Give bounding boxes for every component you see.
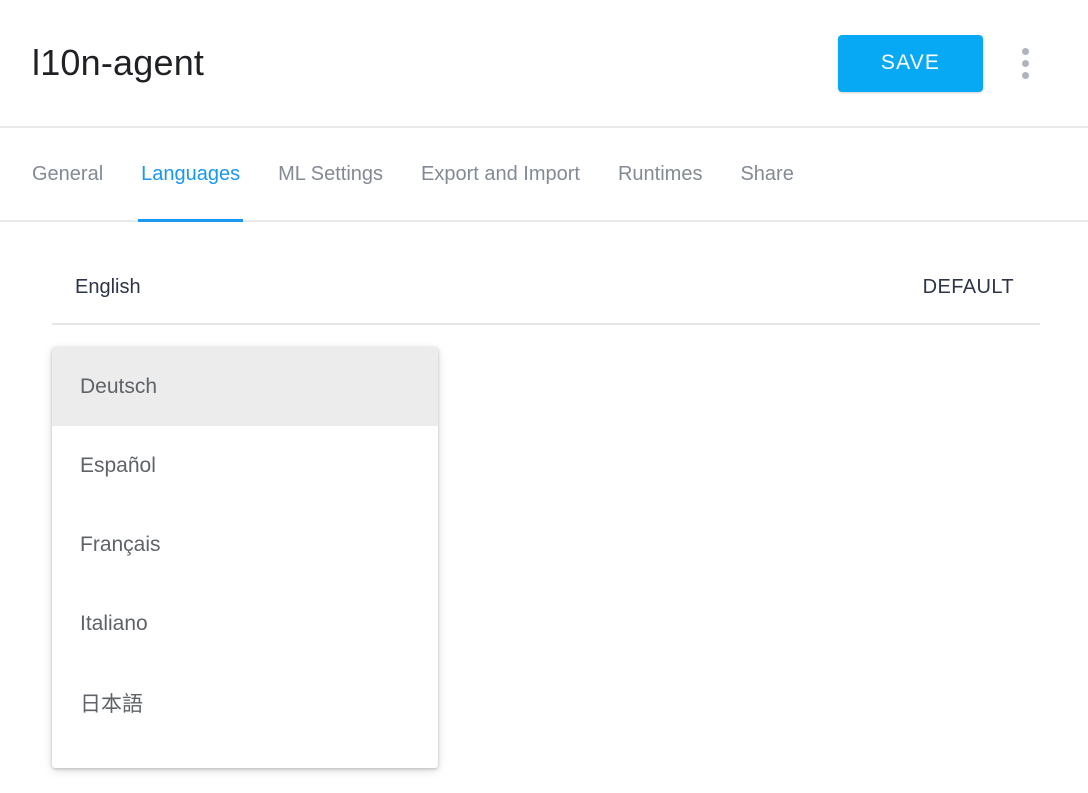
kebab-menu-button[interactable] bbox=[1013, 35, 1037, 92]
tab-ml-settings[interactable]: ML Settings bbox=[278, 128, 383, 220]
dropdown-item-japanese[interactable]: 日本語 bbox=[52, 663, 438, 742]
kebab-dot-icon bbox=[1022, 60, 1029, 67]
language-name: English bbox=[52, 276, 141, 299]
dropdown-item-francais[interactable]: Français bbox=[52, 505, 438, 584]
dropdown-item-italiano[interactable]: Italiano bbox=[52, 584, 438, 663]
default-badge: DEFAULT bbox=[923, 276, 1040, 299]
save-button[interactable]: SAVE bbox=[838, 35, 983, 92]
kebab-dot-icon bbox=[1022, 48, 1029, 55]
dropdown-item-deutsch[interactable]: Deutsch bbox=[52, 347, 438, 426]
language-dropdown-menu: Deutsch Español Français Italiano 日本語 bbox=[52, 347, 438, 768]
settings-tabbar: General Languages ML Settings Export and… bbox=[0, 128, 1088, 222]
tab-general[interactable]: General bbox=[32, 128, 103, 220]
tab-languages[interactable]: Languages bbox=[141, 128, 240, 220]
dropdown-item-espanol[interactable]: Español bbox=[52, 426, 438, 505]
tab-share[interactable]: Share bbox=[740, 128, 793, 220]
page-title: l10n-agent bbox=[32, 42, 204, 84]
tab-export-and-import[interactable]: Export and Import bbox=[421, 128, 580, 220]
app-header: l10n-agent SAVE bbox=[0, 0, 1088, 128]
kebab-dot-icon bbox=[1022, 72, 1029, 79]
language-row-english[interactable]: English DEFAULT bbox=[52, 222, 1040, 325]
tab-runtimes[interactable]: Runtimes bbox=[618, 128, 702, 220]
